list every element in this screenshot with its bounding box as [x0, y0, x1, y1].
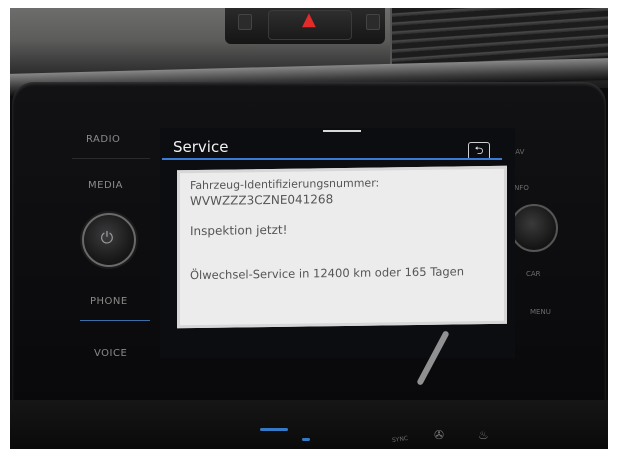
fan-icon: ✇ — [434, 428, 445, 442]
car-infotainment-photo: ▲ RADIO MEDIA ⏻ PHONE VOICE NAV INFO CAR… — [10, 8, 608, 449]
dash-small-button-right[interactable] — [366, 14, 380, 30]
vin-label: Fahrzeug-Identifizierungsnummer: — [190, 176, 380, 193]
media-button[interactable]: MEDIA — [88, 180, 123, 191]
hazard-triangle-icon: ▲ — [302, 9, 316, 30]
phone-button[interactable]: PHONE — [90, 296, 128, 307]
service-dialog: Fahrzeug-Identifizierungsnummer: WVWZZZ3… — [177, 165, 507, 329]
menu-knob[interactable] — [510, 204, 558, 252]
oil-service-message: Ölwechsel-Service in 12400 km oder 165 T… — [190, 264, 465, 283]
key-divider-lit — [80, 320, 150, 321]
vin-value: WVWZZZ3CZNE041268 — [190, 192, 334, 209]
lower-console — [10, 400, 608, 449]
dash-small-button-left[interactable] — [238, 14, 252, 30]
ambient-light — [302, 438, 310, 441]
screen-title: Service — [173, 138, 229, 156]
key-divider — [72, 158, 150, 159]
pull-down-handle[interactable] — [323, 130, 361, 132]
back-arrow-icon: ⮌ — [474, 144, 484, 157]
title-underline — [162, 158, 502, 160]
car-button[interactable]: CAR — [526, 270, 541, 278]
power-icon: ⏻ — [100, 228, 114, 247]
seat-heat-icon: ♨ — [478, 428, 489, 442]
inspection-message: Inspektion jetzt! — [190, 222, 288, 239]
voice-button[interactable]: VOICE — [94, 348, 127, 359]
ambient-light — [260, 428, 288, 431]
menu-button[interactable]: MENU — [530, 308, 551, 316]
radio-button[interactable]: RADIO — [86, 134, 120, 145]
